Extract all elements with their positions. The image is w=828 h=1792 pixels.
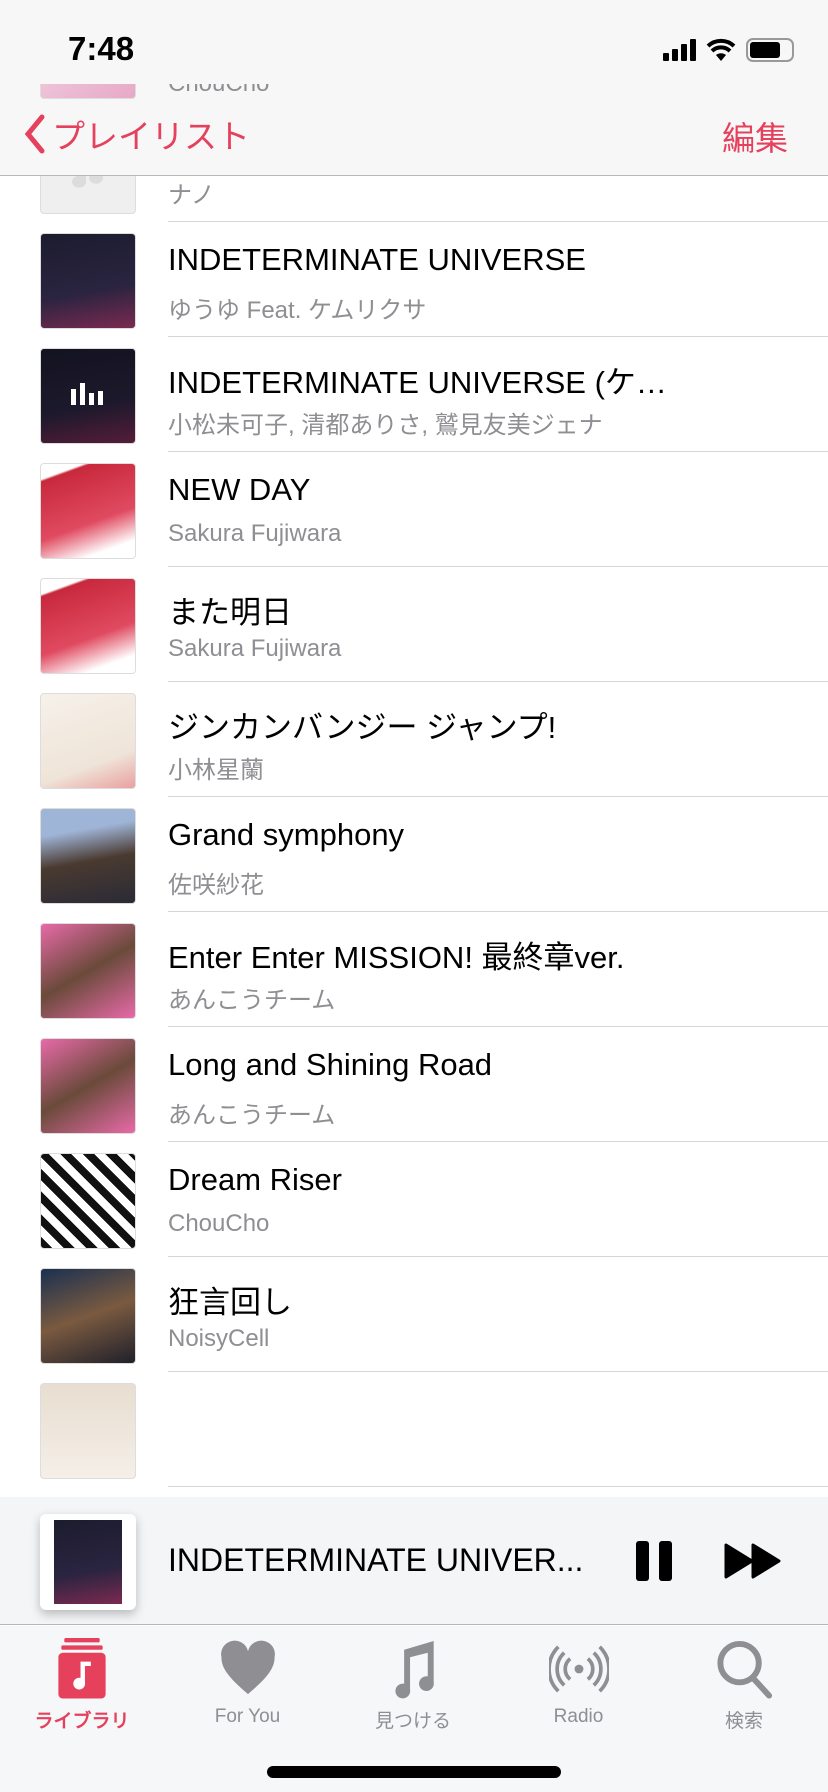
album-artwork — [40, 923, 136, 1019]
album-artwork — [40, 233, 136, 329]
song-row[interactable]: Enter Enter MISSION! 最終章ver. あんこうチーム — [0, 912, 828, 1027]
tab-label: For You — [214, 1706, 281, 1727]
now-playing-bars-icon — [41, 349, 135, 443]
song-row[interactable]: また明日 Sakura Fujiwara — [0, 567, 828, 682]
song-artist: Sakura Fujiwara — [168, 520, 342, 547]
song-row[interactable]: 狂言回し NoisyCell — [0, 1257, 828, 1372]
music-note-icon — [348, 1638, 478, 1700]
song-artist: ChouCho — [168, 1210, 270, 1237]
search-icon — [679, 1638, 809, 1700]
song-title: Long and Shining Road — [168, 1047, 493, 1082]
album-artwork — [40, 1038, 136, 1134]
library-icon — [17, 1638, 147, 1700]
navigation-bar: プレイリスト 編集 — [0, 100, 828, 176]
song-artist: NoisyCell — [168, 1325, 270, 1352]
signal-icon — [663, 39, 696, 61]
tab-search[interactable]: 検索 — [679, 1638, 809, 1733]
tab-radio[interactable]: Radio — [514, 1638, 644, 1728]
heart-icon — [183, 1638, 313, 1700]
song-artist: Sakura Fujiwara — [168, 635, 342, 662]
song-artist: 佐咲紗花 — [168, 872, 264, 899]
song-artist: 小松未可子, 清都ありさ, 鷲見友美ジェナ — [168, 412, 603, 439]
song-row[interactable]: Long and Shining Road あんこうチーム — [0, 1027, 828, 1142]
song-artist: あんこうチーム — [168, 1102, 336, 1129]
song-title: INDETERMINATE UNIVERSE (ケ… — [168, 365, 667, 400]
status-time: 7:48 — [68, 30, 135, 67]
album-artwork — [40, 84, 136, 99]
song-title: Dream Riser — [168, 1162, 342, 1197]
song-artist: ChouCho — [168, 84, 269, 98]
song-row[interactable]: ジンカンバンジー ジャンプ! 小林星蘭 — [0, 682, 828, 797]
chevron-left-icon — [24, 114, 45, 154]
song-artist: ゆうゆ Feat. ケムリクサ — [168, 297, 427, 324]
song-title: ジンカンバンジー ジャンプ! — [168, 710, 557, 745]
radio-icon — [514, 1638, 644, 1700]
tab-label: ライブラリ — [34, 1711, 130, 1732]
song-list: ChouChoKEMURIKUSAナノINDETERMINATE UNIVERS… — [0, 84, 828, 1487]
album-artwork — [40, 808, 136, 904]
song-row[interactable]: INDETERMINATE UNIVERSE (ケ… 小松未可子, 清都ありさ, … — [0, 337, 828, 452]
tab-label: Radio — [553, 1706, 604, 1727]
song-row[interactable] — [0, 1372, 828, 1487]
album-artwork — [40, 1383, 136, 1479]
tab-heart[interactable]: For You — [183, 1638, 313, 1728]
song-title: 狂言回し — [168, 1285, 292, 1320]
tab-label: 見つける — [374, 1711, 451, 1732]
song-title: NEW DAY — [168, 472, 311, 507]
pause-button[interactable] — [636, 1541, 672, 1581]
song-artist: ナノ — [168, 182, 215, 209]
song-row[interactable]: INDETERMINATE UNIVERSE ゆうゆ Feat. ケムリクサ — [0, 222, 828, 337]
tab-label: 検索 — [724, 1711, 763, 1732]
song-title: Enter Enter MISSION! 最終章ver. — [168, 940, 625, 975]
row-divider — [168, 1486, 828, 1487]
back-button[interactable]: プレイリスト — [24, 110, 250, 158]
album-artwork — [40, 1153, 136, 1249]
now-playing-artwork[interactable] — [40, 1514, 136, 1610]
song-title: INDETERMINATE UNIVERSE — [168, 242, 586, 277]
tab-library[interactable]: ライブラリ — [17, 1638, 147, 1733]
album-artwork — [40, 578, 136, 674]
song-artist: 小林星蘭 — [168, 757, 264, 784]
home-indicator[interactable] — [267, 1766, 561, 1778]
song-row[interactable]: NEW DAY Sakura Fujiwara — [0, 452, 828, 567]
tab-music-note[interactable]: 見つける — [348, 1638, 478, 1733]
song-row[interactable]: Dream Riser ChouCho — [0, 1142, 828, 1257]
edit-button[interactable]: 編集 — [722, 112, 788, 160]
wifi-icon — [706, 38, 736, 61]
fast-forward-button[interactable] — [724, 1543, 782, 1579]
song-title: また明日 — [168, 595, 292, 630]
album-artwork — [40, 693, 136, 789]
album-artwork — [40, 463, 136, 559]
back-label: プレイリスト — [52, 118, 250, 155]
song-row[interactable]: Grand symphony 佐咲紗花 — [0, 797, 828, 912]
album-artwork — [40, 1268, 136, 1364]
song-artist: あんこうチーム — [168, 987, 336, 1014]
album-artwork — [40, 348, 136, 444]
mini-player[interactable]: INDETERMINATE UNIVER... — [0, 1497, 828, 1625]
song-title: Grand symphony — [168, 817, 405, 852]
now-playing-title[interactable]: INDETERMINATE UNIVER... — [168, 1542, 583, 1579]
battery-icon — [746, 38, 794, 62]
